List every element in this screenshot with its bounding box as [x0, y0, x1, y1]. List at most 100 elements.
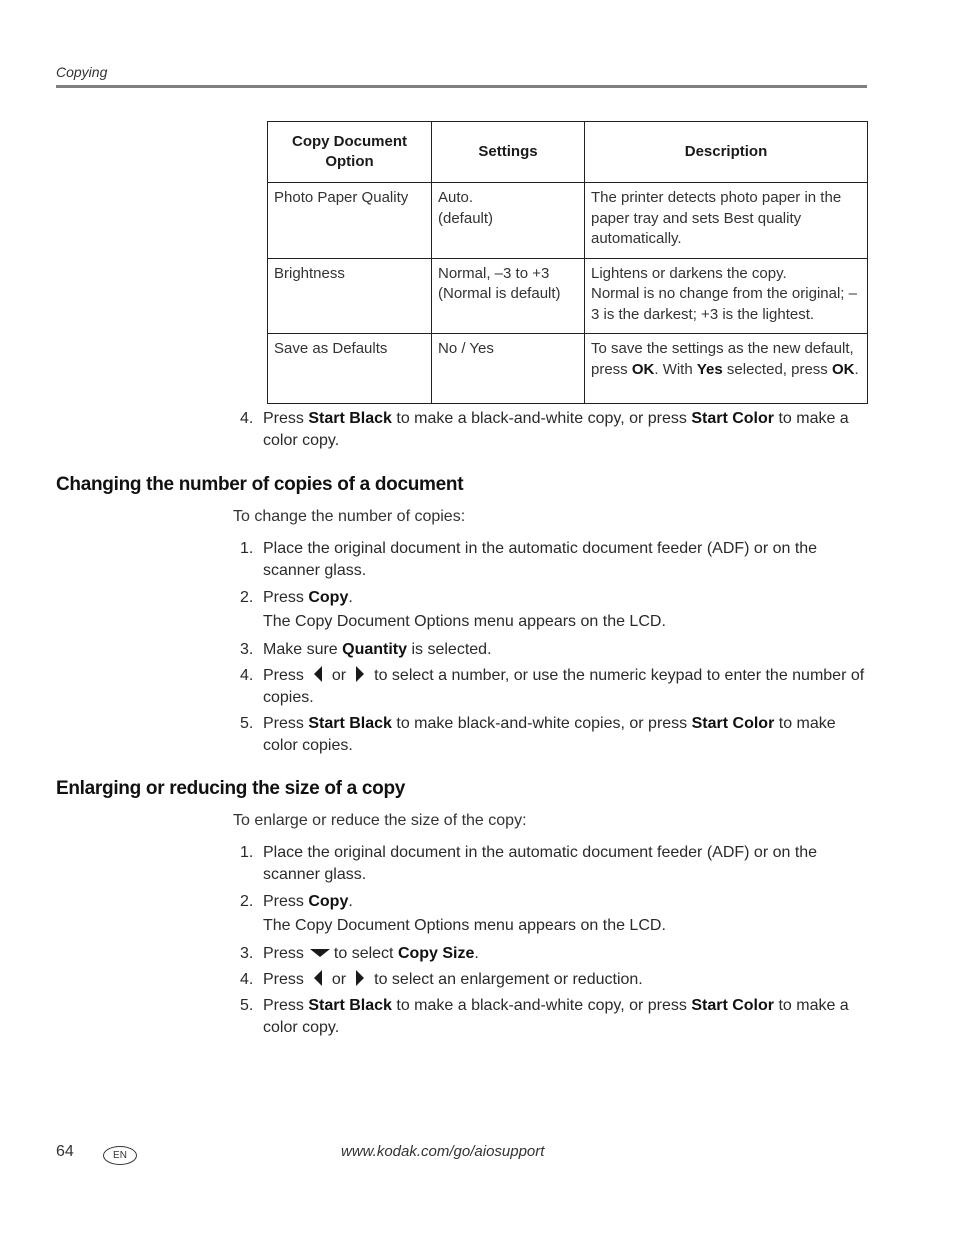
- left-arrow-icon: [313, 666, 322, 682]
- list-item: 3. Make sure Quantity is selected.: [240, 639, 865, 661]
- text: is selected.: [407, 641, 492, 658]
- section-intro: To change the number of copies:: [233, 508, 466, 525]
- text: Press: [263, 667, 304, 684]
- description-line: Normal is no change from the original; –…: [591, 285, 857, 323]
- cell-option: Save as Defaults: [267, 333, 432, 404]
- table-header-row: Copy Document Option Settings Descriptio…: [267, 121, 868, 183]
- list-item: 1. Place the original document in the au…: [240, 538, 865, 581]
- settings-line: Normal, –3 to +3: [438, 264, 550, 282]
- list-item: 1. Place the original document in the au…: [240, 842, 865, 885]
- step-number: 2.: [240, 893, 254, 910]
- section-intro: To enlarge or reduce the size of the cop…: [233, 812, 527, 829]
- text: .: [474, 945, 479, 962]
- step-text: Press Copy.: [263, 891, 865, 913]
- list-item: 5. Press Start Black to make a black-and…: [240, 995, 865, 1038]
- step-text: Press to select Copy Size.: [263, 943, 865, 965]
- text: Press: [263, 971, 304, 988]
- start-black-label: Start Black: [308, 410, 392, 427]
- copy-key-label: Copy: [308, 589, 349, 606]
- cell-settings: Normal, –3 to +3 (Normal is default): [431, 257, 585, 334]
- text: to select a number, or use the numeric k…: [263, 667, 865, 706]
- yes-option-label: Yes: [696, 360, 723, 378]
- column-header-settings: Settings: [431, 121, 585, 183]
- step-number: 2.: [240, 589, 254, 606]
- table-row: Save as Defaults No / Yes To save the se…: [267, 333, 868, 404]
- down-arrow-icon: [309, 949, 330, 957]
- cell-description: The printer detects photo paper in the p…: [584, 182, 868, 259]
- settings-line: (Normal is default): [438, 285, 561, 302]
- ok-key-label: OK: [831, 360, 855, 378]
- section-heading: Changing the number of copies of a docum…: [56, 474, 464, 495]
- text: Press: [263, 715, 309, 732]
- right-arrow-icon: [356, 666, 365, 682]
- running-head: Copying: [56, 64, 108, 80]
- step-number: 3.: [240, 641, 254, 658]
- list-item: 3. Press to select Copy Size.: [240, 943, 865, 965]
- cell-description: Lightens or darkens the copy. Normal is …: [584, 257, 868, 334]
- start-color-label: Start Color: [691, 997, 774, 1014]
- text: .: [854, 360, 859, 378]
- table-row: Brightness Normal, –3 to +3 (Normal is d…: [267, 257, 868, 334]
- text: to make a black-and-white copy, or press: [391, 410, 692, 427]
- step-number: 1.: [240, 844, 254, 861]
- cell-option: Brightness: [267, 257, 432, 334]
- text: selected, press: [722, 360, 832, 378]
- copy-options-table: Copy Document Option Settings Descriptio…: [267, 121, 868, 404]
- text: Press: [263, 589, 309, 606]
- step-number: 3.: [240, 945, 254, 962]
- step-text: Press Start Black to make a black-and-wh…: [263, 995, 865, 1038]
- text: Press: [263, 410, 309, 427]
- step-text: Press Start Black to make a black-and-wh…: [263, 408, 865, 451]
- step-text: Place the original document in the autom…: [263, 844, 818, 883]
- text: to make black-and-white copies, or press: [391, 715, 692, 732]
- step-number: 4.: [240, 410, 254, 427]
- step-text: Press or to select an enlargement or reduc…: [263, 969, 865, 991]
- list-item: 4. Press or to select an enlargement or re…: [240, 969, 865, 991]
- header-rule: [56, 85, 867, 88]
- right-arrow-icon: [356, 970, 365, 986]
- step-text: Press Copy.: [263, 587, 865, 609]
- text: to make a black-and-white copy, or press: [391, 997, 692, 1014]
- step-number: 5.: [240, 715, 254, 732]
- step-number: 4.: [240, 667, 254, 684]
- quantity-label: Quantity: [342, 641, 408, 658]
- list-item: 4. Press Start Black to make a black-and…: [240, 408, 865, 451]
- text: Press: [263, 893, 309, 910]
- text: Press: [263, 997, 309, 1014]
- text: . With: [654, 360, 697, 378]
- text: Make sure: [263, 641, 343, 658]
- column-header-description: Description: [584, 121, 868, 183]
- cell-settings: Auto. (default): [431, 182, 585, 259]
- start-black-label: Start Black: [308, 997, 392, 1014]
- text: to select an enlargement or reduction.: [374, 971, 643, 988]
- settings-line: (default): [438, 209, 494, 227]
- start-black-label: Start Black: [308, 715, 392, 732]
- support-url[interactable]: www.kodak.com/go/aiosupport: [341, 1143, 544, 1160]
- cell-option: Photo Paper Quality: [267, 182, 432, 259]
- list-item: 2. Press Copy.: [240, 587, 865, 609]
- text: or: [331, 971, 347, 988]
- list-item: 5. Press Start Black to make black-and-w…: [240, 713, 865, 756]
- step-number: 4.: [240, 971, 254, 988]
- copy-key-label: Copy: [308, 893, 349, 910]
- page-number: 64: [56, 1143, 74, 1160]
- settings-line: Auto.: [438, 189, 474, 206]
- step-note: The Copy Document Options menu appears o…: [263, 613, 666, 630]
- left-arrow-icon: [313, 970, 322, 986]
- ok-key-label: OK: [631, 360, 655, 378]
- text: to select: [333, 945, 398, 962]
- text: .: [348, 893, 353, 910]
- start-color-label: Start Color: [691, 715, 775, 732]
- step-text: Make sure Quantity is selected.: [263, 639, 865, 661]
- description-line: Lightens or darkens the copy.: [591, 264, 787, 282]
- text: Press: [263, 945, 304, 962]
- step-text: Press Start Black to make black-and-whit…: [263, 713, 865, 756]
- text: .: [348, 589, 353, 606]
- list-item: 2. Press Copy.: [240, 891, 865, 913]
- start-color-label: Start Color: [691, 410, 774, 427]
- step-number: 1.: [240, 540, 254, 557]
- step-number: 5.: [240, 997, 254, 1014]
- cell-description: To save the settings as the new default,…: [584, 333, 868, 404]
- list-item: 4. Press or to select a number, or use the…: [240, 665, 865, 708]
- language-badge-icon: EN: [103, 1146, 137, 1165]
